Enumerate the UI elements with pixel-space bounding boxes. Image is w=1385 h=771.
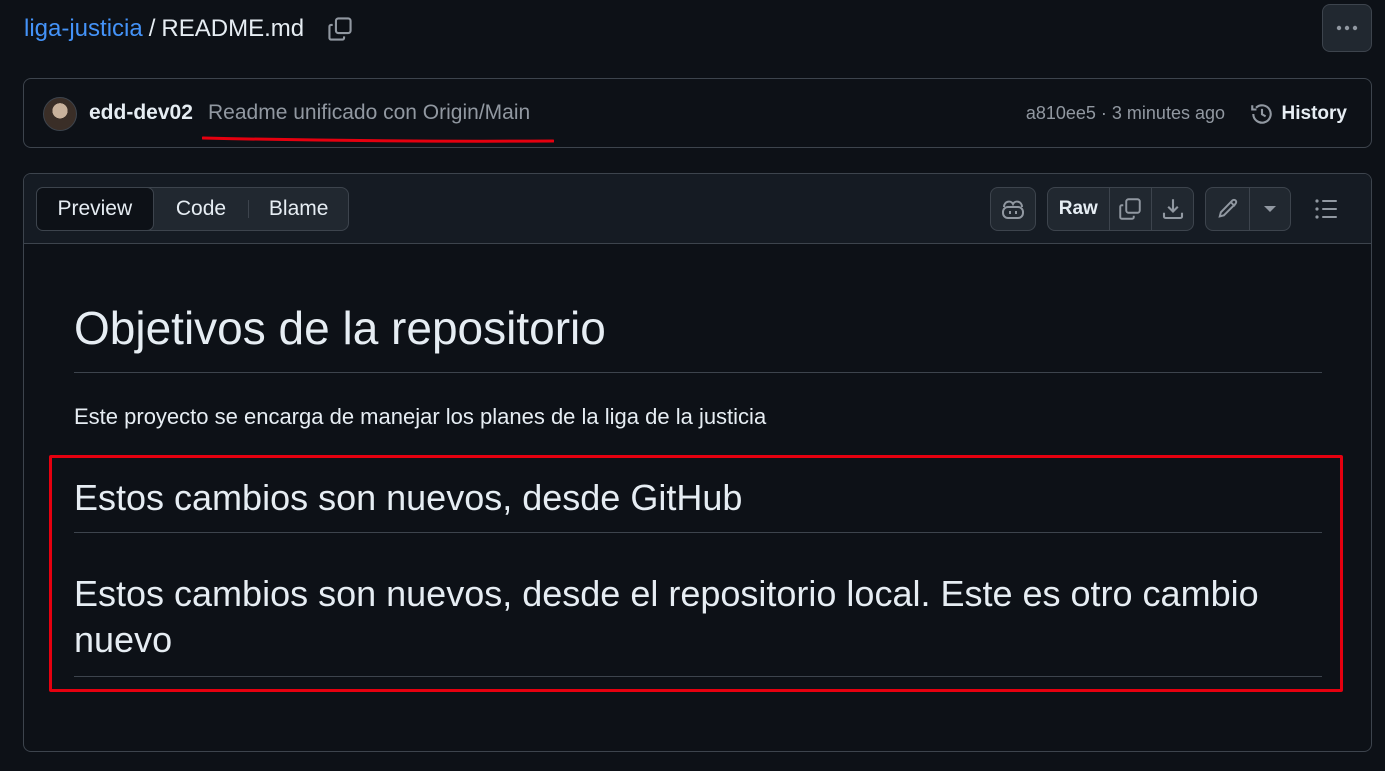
commit-author-link[interactable]: edd-dev02 [89, 101, 193, 125]
edit-file-button[interactable] [1206, 188, 1249, 230]
download-button[interactable] [1152, 188, 1193, 230]
breadcrumb-repo-link[interactable]: liga-justicia [24, 15, 143, 43]
outline-button[interactable] [1306, 187, 1346, 231]
breadcrumb: liga-justicia / README.md [24, 8, 354, 50]
copy-path-button[interactable] [326, 15, 354, 43]
copy-raw-button[interactable] [1110, 188, 1152, 230]
view-mode-segmented-control: Preview Code Blame [36, 187, 349, 231]
file-viewer: Preview Code Blame Raw Objetivos de la r… [23, 173, 1372, 752]
history-label: History [1281, 103, 1347, 124]
breadcrumb-separator: / [148, 15, 156, 42]
breadcrumb-file-name: README.md [161, 15, 305, 42]
triangle-down-icon [1264, 206, 1277, 212]
copy-raw-icon [1119, 198, 1142, 220]
history-button[interactable]: History [1250, 95, 1347, 133]
tab-preview[interactable]: Preview [36, 187, 154, 231]
avatar[interactable] [43, 97, 77, 131]
markdown-heading-1: Objetivos de la repositorio [74, 302, 606, 354]
annotation-underline [202, 136, 554, 143]
copilot-button[interactable] [990, 187, 1036, 231]
latest-commit-bar: edd-dev02 Readme unificado con Origin/Ma… [23, 78, 1372, 148]
download-icon [1162, 199, 1183, 220]
markdown-heading-2: Estos cambios son nuevos, desde GitHub [74, 477, 743, 518]
copilot-icon [1002, 200, 1024, 219]
history-icon [1250, 104, 1272, 124]
edit-dropdown-button[interactable] [1250, 188, 1290, 230]
edit-actions-group [1205, 187, 1291, 231]
file-header: Preview Code Blame Raw [24, 174, 1371, 244]
markdown-heading-2: Estos cambios son nuevos, desde el repos… [74, 573, 1259, 660]
kebab-icon [1336, 25, 1358, 31]
heading-rule [74, 532, 1322, 533]
tab-code[interactable]: Code [154, 188, 249, 230]
pencil-icon [1218, 198, 1237, 218]
list-icon [1315, 199, 1337, 219]
heading-rule [74, 676, 1322, 677]
commit-message-link[interactable]: Readme unificado con Origin/Main [208, 101, 530, 125]
copy-icon [328, 17, 352, 41]
more-options-button[interactable] [1322, 4, 1372, 52]
raw-actions-group: Raw [1047, 187, 1194, 231]
heading-rule [74, 372, 1322, 373]
tab-blame[interactable]: Blame [249, 188, 348, 230]
raw-button[interactable]: Raw [1048, 188, 1109, 230]
commit-sha-time[interactable]: a810ee5 · 3 minutes ago [1026, 103, 1225, 124]
markdown-paragraph: Este proyecto se encarga de manejar los … [74, 404, 767, 429]
